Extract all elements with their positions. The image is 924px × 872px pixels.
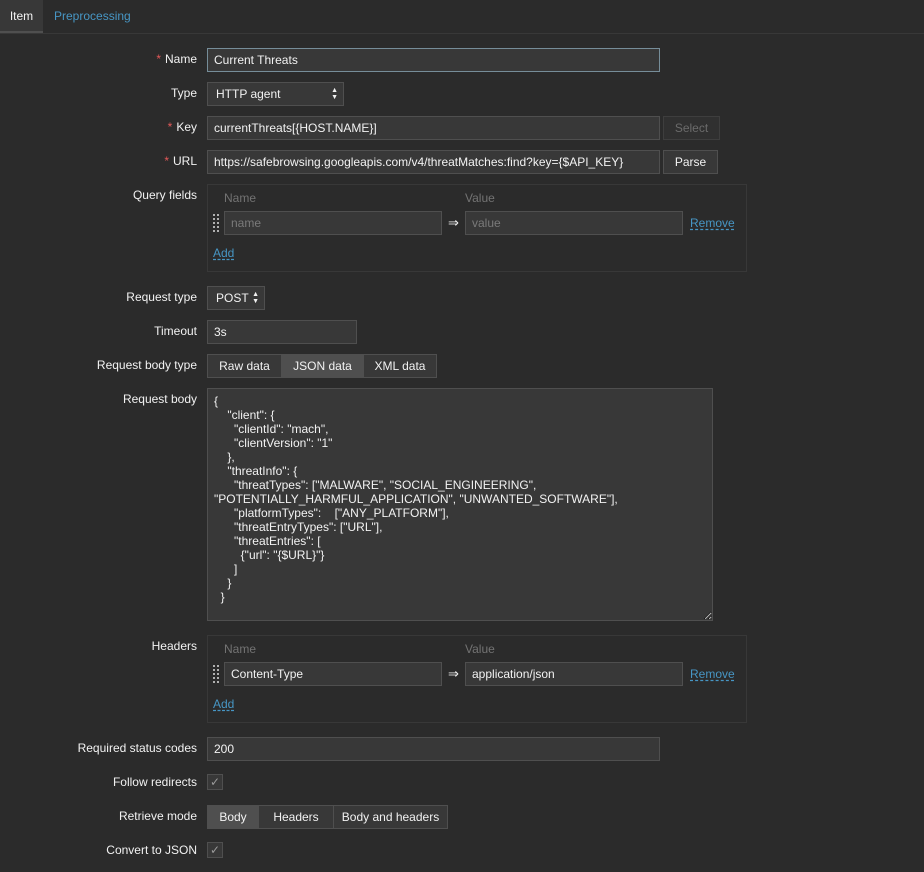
retrieve-mode-label: Retrieve mode <box>118 809 197 823</box>
timeout-input[interactable]: 3s <box>207 320 357 344</box>
request-body-label: Request body <box>122 392 197 406</box>
follow-redirects-checkbox[interactable]: ✓ <box>207 774 223 790</box>
xml-data-option[interactable]: XML data <box>363 355 436 377</box>
request-type-label: Request type <box>126 290 197 304</box>
follow-redirects-label: Follow redirects <box>112 775 197 789</box>
headers-col-name: Name <box>224 642 257 656</box>
select-arrows-icon: ▲ ▼ <box>252 291 259 305</box>
parse-button[interactable]: Parse <box>663 150 718 174</box>
tab-bar: Item Preprocessing <box>0 0 924 34</box>
raw-data-option[interactable]: Raw data <box>208 355 281 377</box>
convert-json-label: Convert to JSON <box>106 843 197 857</box>
body-option[interactable]: Body <box>208 806 258 828</box>
query-add-link[interactable]: Add <box>213 246 234 260</box>
url-input[interactable]: https://safebrowsing.googleapis.com/v4/t… <box>207 150 660 174</box>
key-input[interactable]: currentThreats[{HOST.NAME}] <box>207 116 660 140</box>
query-col-value: Value <box>465 191 495 205</box>
arrow-right-icon: ⇒ <box>448 215 459 230</box>
request-body-type-label: Request body type <box>96 358 197 372</box>
status-codes-input[interactable]: 200 <box>207 737 660 761</box>
drag-handle-icon[interactable] <box>213 214 219 232</box>
query-fields-label: Query fields <box>132 188 197 202</box>
headers-col-value: Value <box>465 642 495 656</box>
convert-json-checkbox[interactable]: ✓ <box>207 842 223 858</box>
select-arrows-icon: ▲ ▼ <box>331 87 338 101</box>
query-col-name: Name <box>224 191 257 205</box>
tab-preprocessing[interactable]: Preprocessing <box>54 0 131 31</box>
query-value-input[interactable]: value <box>465 211 683 235</box>
request-body-textarea[interactable]: { "client": { "clientId": "mach", "clien… <box>207 388 713 621</box>
tab-item[interactable]: Item <box>0 0 43 33</box>
json-data-option[interactable]: JSON data <box>281 355 363 377</box>
type-select-value: HTTP agent <box>216 87 281 101</box>
header-name-input[interactable]: Content-Type <box>224 662 442 686</box>
request-type-select[interactable]: POST ▲ ▼ <box>207 286 265 310</box>
request-body-type-group: Raw data JSON data XML data <box>207 354 437 378</box>
headers-option[interactable]: Headers <box>258 806 333 828</box>
header-remove-link[interactable]: Remove <box>690 667 735 681</box>
type-select[interactable]: HTTP agent ▲ ▼ <box>207 82 344 106</box>
body-and-headers-option[interactable]: Body and headers <box>333 806 447 828</box>
url-label: * URL <box>164 154 197 168</box>
checkmark-icon: ✓ <box>209 843 221 857</box>
query-name-input[interactable]: name <box>224 211 442 235</box>
drag-handle-icon[interactable] <box>213 665 219 683</box>
checkmark-icon: ✓ <box>209 775 221 789</box>
query-remove-link[interactable]: Remove <box>690 216 735 230</box>
required-marker: * <box>156 52 161 66</box>
timeout-label: Timeout <box>154 324 197 338</box>
header-value-input[interactable]: application/json <box>465 662 683 686</box>
header-add-link[interactable]: Add <box>213 697 234 711</box>
request-type-value: POST <box>216 291 249 305</box>
name-input[interactable]: Current Threats <box>207 48 660 72</box>
arrow-right-icon: ⇒ <box>448 666 459 681</box>
select-button[interactable]: Select <box>663 116 720 140</box>
retrieve-mode-group: Body Headers Body and headers <box>207 805 448 829</box>
headers-label: Headers <box>151 639 197 653</box>
status-codes-label: Required status codes <box>77 741 197 755</box>
type-label: Type <box>170 86 197 100</box>
key-label: * Key <box>167 120 197 134</box>
name-label: * Name <box>156 52 197 66</box>
